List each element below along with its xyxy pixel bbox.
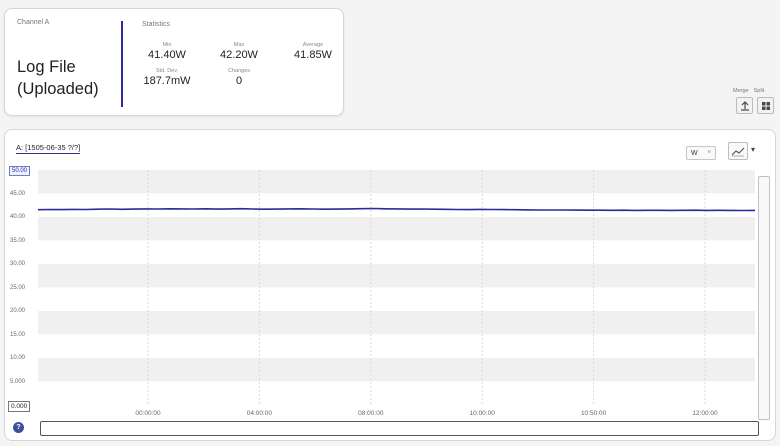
- x-tick-label: 10:50:00: [580, 410, 607, 417]
- grid-band: [38, 264, 755, 288]
- y-axis-max-field[interactable]: 50.00: [9, 166, 31, 176]
- y-tick-label: 45.00: [10, 190, 26, 197]
- chart-plot[interactable]: [0, 0, 780, 446]
- y-tick-label: 40.00: [10, 214, 26, 220]
- y-tick-label: 35.00: [10, 237, 26, 244]
- x-tick-label: 08:00:00: [358, 410, 384, 417]
- vertical-scrollbar[interactable]: [758, 176, 770, 420]
- series-line-0[interactable]: [37, 207, 756, 212]
- x-tick-label: 00:00:00: [135, 410, 161, 417]
- x-tick-label: 10:00:00: [469, 410, 495, 417]
- grid-band: [38, 358, 755, 382]
- y-tick-label: 15.00: [10, 331, 26, 338]
- y-tick-label: 10.00: [10, 355, 26, 361]
- horizontal-scrollbar[interactable]: [40, 421, 759, 436]
- grid-band: [38, 311, 755, 335]
- help-icon[interactable]: ?: [13, 422, 24, 433]
- y-axis-min-field[interactable]: 0.000: [8, 401, 31, 412]
- y-tick-label: 30.00: [10, 261, 26, 267]
- y-tick-label: 20.00: [10, 308, 26, 314]
- x-tick-label: 04:00:00: [246, 410, 273, 417]
- y-tick-label: 25.00: [10, 284, 26, 291]
- x-tick-label: 12:00:00: [692, 410, 718, 417]
- grid-band: [38, 170, 755, 194]
- grid-band: [38, 217, 755, 241]
- y-tick-label: 5.000: [10, 378, 26, 385]
